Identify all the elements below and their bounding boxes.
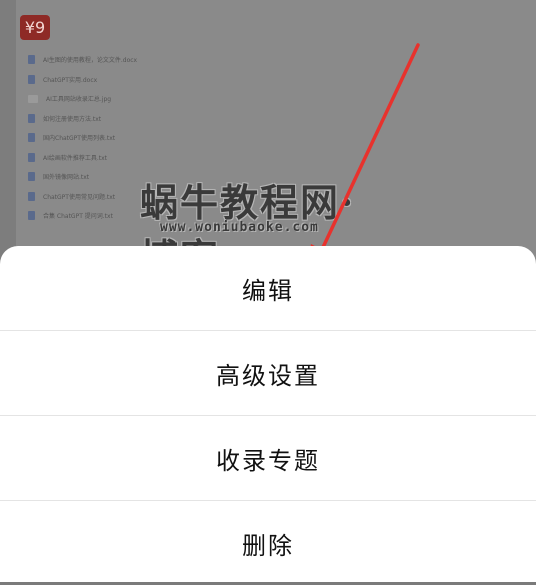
watermark: 蜗牛教程网·博客 www.woniubaoke.com <box>130 172 380 280</box>
file-name: 国外镜像网站.txt <box>43 174 90 182</box>
document-icon <box>28 113 35 123</box>
file-name: 国内ChatGPT使用列表.txt <box>43 135 116 143</box>
list-item: ChatGPT实用.docx <box>28 70 228 90</box>
document-icon <box>28 191 35 201</box>
image-file-icon <box>28 94 38 103</box>
document-icon <box>28 211 35 221</box>
document-icon <box>28 55 35 65</box>
file-name: AI绘画软件推荐工具.txt <box>43 154 108 162</box>
file-name: 如何注册使用方法.txt <box>43 115 102 123</box>
file-name: AI工具网站收录汇总.jpg <box>46 96 112 104</box>
file-name: ChatGPT实用.docx <box>43 76 98 84</box>
list-item: 如何注册使用方法.txt <box>28 109 228 129</box>
action-sheet: 编辑 高级设置 收录专题 删除 <box>0 246 536 582</box>
app-badge: ¥9 <box>20 15 50 40</box>
advanced-settings-button[interactable]: 高级设置 <box>0 331 536 415</box>
list-item: 国内ChatGPT使用列表.txt <box>28 128 228 148</box>
document-icon <box>28 172 35 182</box>
document-icon <box>28 152 35 162</box>
document-icon <box>28 74 35 84</box>
delete-button[interactable]: 删除 <box>0 501 536 585</box>
file-name: ChatGPT使用常见问题.txt <box>43 193 116 201</box>
file-name: AI生图的使用教程，论文文件.docx <box>43 57 138 65</box>
list-item: AI绘画软件推荐工具.txt <box>28 148 228 168</box>
list-item: AI工具网站收录汇总.jpg <box>28 89 228 109</box>
watermark-url: www.woniubaoke.com <box>160 220 319 235</box>
add-to-topic-button[interactable]: 收录专题 <box>0 416 536 500</box>
list-item: AI生图的使用教程，论文文件.docx <box>28 50 228 70</box>
file-name: 合集 ChatGPT 提问词.txt <box>43 213 113 221</box>
document-icon <box>28 133 35 143</box>
edit-button[interactable]: 编辑 <box>0 246 536 330</box>
